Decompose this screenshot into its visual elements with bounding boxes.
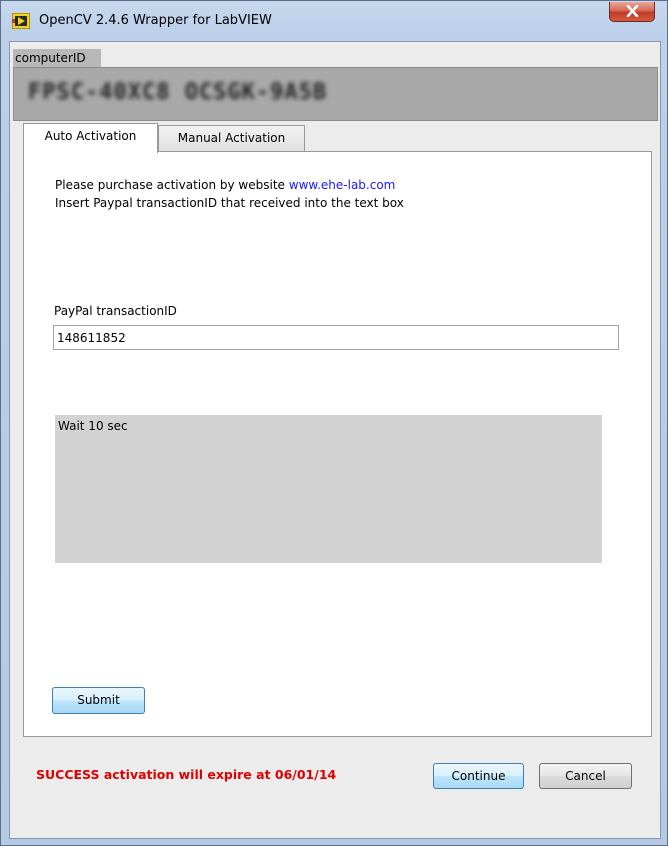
close-button[interactable] xyxy=(609,2,655,22)
close-icon xyxy=(626,5,639,17)
transaction-id-label: PayPal transactionID xyxy=(54,304,177,318)
status-text: Wait 10 sec xyxy=(58,419,128,433)
computer-id-label: computerID xyxy=(13,49,101,67)
status-display: Wait 10 sec xyxy=(55,415,602,563)
app-window: OpenCV 2.4.6 Wrapper for LabVIEW compute… xyxy=(0,0,668,846)
website-link[interactable]: www.ehe-lab.com xyxy=(289,178,396,192)
insert-instructions: Insert Paypal transactionID that receive… xyxy=(55,196,404,210)
submit-button[interactable]: Submit xyxy=(52,687,145,714)
computer-id-value: FPSC-40XC8 OCSGK-9A5B xyxy=(28,80,328,105)
cancel-button[interactable]: Cancel xyxy=(539,763,632,789)
window-title: OpenCV 2.4.6 Wrapper for LabVIEW xyxy=(39,13,272,28)
activation-status-message: SUCCESS activation will expire at 06/01/… xyxy=(36,767,337,782)
computer-id-display: FPSC-40XC8 OCSGK-9A5B xyxy=(13,67,658,121)
purchase-instructions: Please purchase activation by website ww… xyxy=(55,178,395,192)
title-bar[interactable]: OpenCV 2.4.6 Wrapper for LabVIEW xyxy=(1,1,667,41)
purchase-instructions-text: Please purchase activation by website xyxy=(55,178,289,192)
tab-manual-activation[interactable]: Manual Activation xyxy=(158,125,305,151)
labview-app-icon xyxy=(11,12,31,30)
transaction-id-input[interactable] xyxy=(53,325,619,350)
continue-button[interactable]: Continue xyxy=(433,763,524,789)
tab-auto-activation[interactable]: Auto Activation xyxy=(23,123,158,153)
